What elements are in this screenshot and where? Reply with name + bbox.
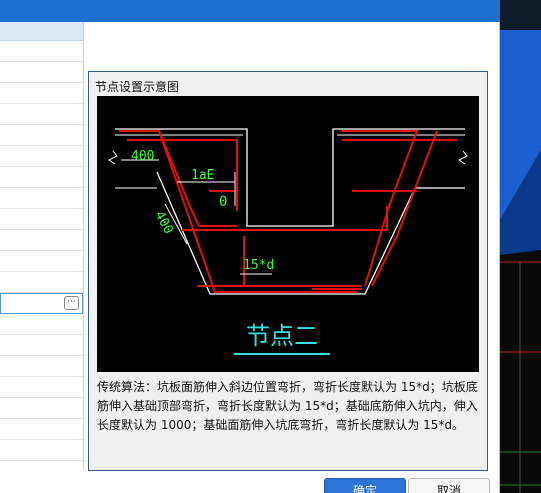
cad-background [500, 0, 541, 493]
property-row[interactable] [0, 398, 83, 419]
property-row[interactable] [0, 125, 83, 146]
break-mark-left [108, 150, 118, 165]
algorithm-description: 传统算法：坑板面筋伸入斜边位置弯折，弯折长度默认为 15*d；坑板底筋伸入基础顶… [97, 380, 478, 432]
pit-outline-bottom [156, 171, 465, 295]
window-title-bar [0, 0, 500, 22]
node-settings-group: 节点设置示意图 400 1aE 0 400 15*d 节点二 传统算法：坑板面筋… [88, 71, 488, 471]
rebar-slope-right [371, 130, 438, 287]
property-row[interactable] [0, 230, 83, 251]
property-row[interactable] [0, 335, 83, 356]
cad-background-graphic [500, 0, 541, 493]
break-mark-right [458, 150, 468, 165]
property-list[interactable]: ··· [0, 22, 84, 470]
label-15d: 15*d [243, 258, 274, 273]
ok-button[interactable]: 确定 [324, 478, 406, 493]
property-row[interactable] [0, 83, 83, 104]
ellipsis-button[interactable]: ··· [64, 296, 79, 310]
property-row[interactable] [0, 209, 83, 230]
node-diagram-graphic: 400 1aE 0 400 15*d 节点二 [108, 128, 468, 355]
property-row[interactable] [0, 251, 83, 272]
label-1aE: 1aE [191, 168, 214, 183]
property-row[interactable] [0, 440, 83, 461]
property-list-header [0, 22, 83, 41]
label-400-top: 400 [131, 149, 154, 164]
cancel-button[interactable]: 取消 [408, 478, 490, 493]
property-row[interactable] [0, 41, 83, 62]
node-diagram: 400 1aE 0 400 15*d 节点二 [97, 96, 479, 372]
group-title: 节点设置示意图 [95, 80, 180, 94]
diagram-caption: 节点二 [246, 322, 318, 350]
property-row[interactable] [0, 356, 83, 377]
property-row[interactable] [0, 377, 83, 398]
rebar-top-left [119, 130, 237, 227]
property-row[interactable] [0, 419, 83, 440]
property-row[interactable] [0, 146, 83, 167]
property-row-selected[interactable]: ··· [0, 293, 83, 314]
property-row[interactable] [0, 272, 83, 293]
property-row[interactable] [0, 104, 83, 125]
property-row[interactable] [0, 188, 83, 209]
label-0: 0 [219, 194, 227, 210]
property-row[interactable] [0, 167, 83, 188]
property-row[interactable] [0, 62, 83, 83]
property-row[interactable] [0, 314, 83, 335]
label-400-side: 400 [151, 209, 175, 237]
